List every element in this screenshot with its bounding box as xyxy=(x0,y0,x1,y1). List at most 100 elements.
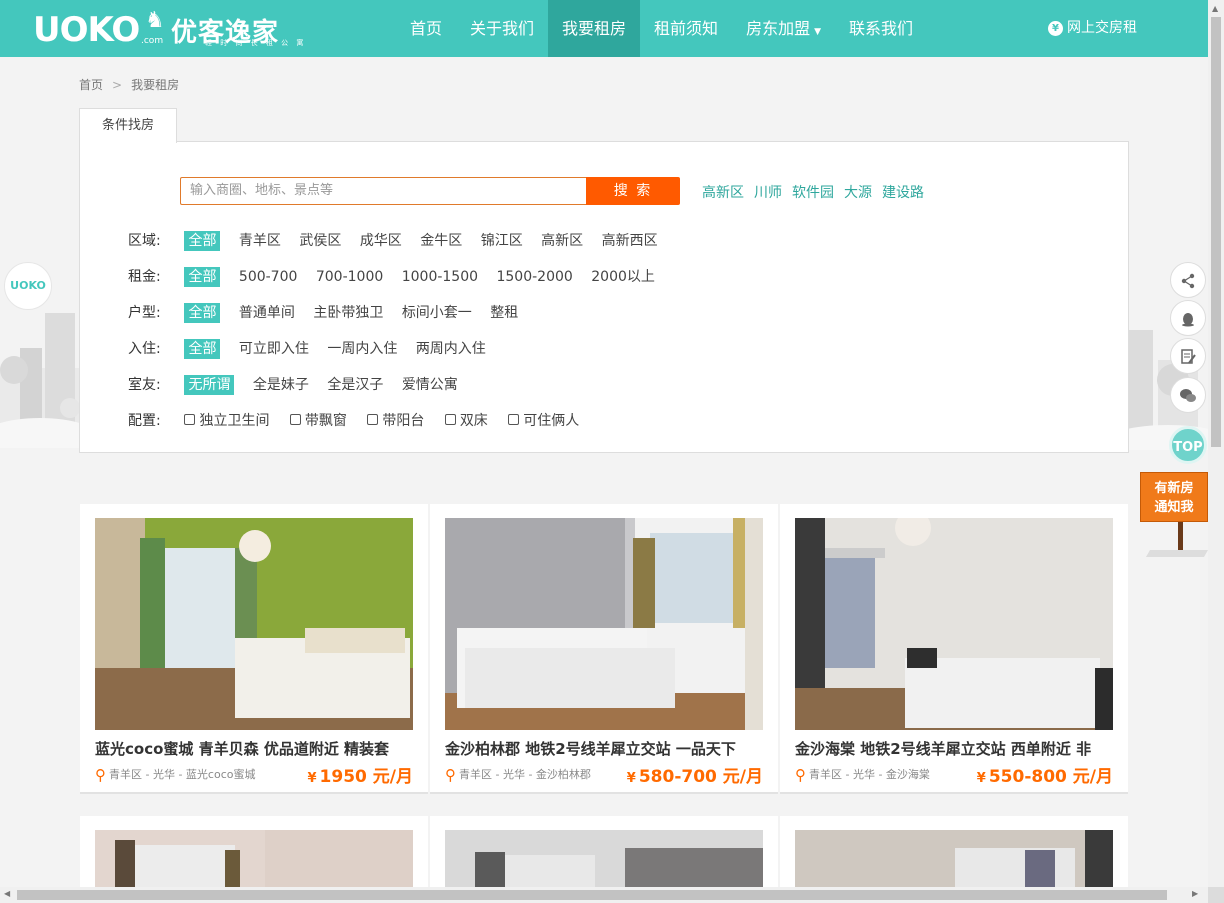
filter-option[interactable]: 可立即入住 xyxy=(239,338,309,360)
room-photo xyxy=(445,518,763,730)
signpost-pole xyxy=(1178,522,1183,552)
filter-option[interactable]: 全部 xyxy=(184,339,221,359)
filter-option[interactable]: 锦江区 xyxy=(481,230,523,252)
filter-option[interactable]: 青羊区 xyxy=(239,230,281,252)
checkbox-icon xyxy=(444,414,456,425)
filter-option[interactable]: 爱情公寓 xyxy=(402,374,458,396)
filter-option[interactable]: 全是妹子 xyxy=(253,374,309,396)
config-checkbox[interactable]: 带阳台 xyxy=(367,410,424,432)
listing-card[interactable]: 金沙柏林郡 地铁2号线羊犀立交站 一品天下 ⚲ 青羊区 - 光华 - 金沙柏林郡 … xyxy=(430,504,778,794)
filter-option[interactable]: 700-1000 xyxy=(316,266,383,288)
filter-option[interactable]: 全是汉子 xyxy=(327,374,383,396)
room-photo xyxy=(795,830,1113,887)
qq-icon[interactable] xyxy=(1170,300,1206,336)
filter-option[interactable]: 两周内入住 xyxy=(416,338,486,360)
listing-photo[interactable] xyxy=(795,518,1113,730)
map-pin-icon: ⚲ xyxy=(445,766,456,784)
listing-card[interactable] xyxy=(780,816,1128,887)
yen-icon: ¥ xyxy=(1048,21,1063,36)
filter-option[interactable]: 普通单间 xyxy=(239,302,295,324)
notify-sign: 有新房 通知我 xyxy=(1140,472,1208,522)
listing-photo[interactable] xyxy=(445,518,763,730)
listing-photo[interactable] xyxy=(95,830,413,887)
scroll-up-icon[interactable]: ▲ xyxy=(1212,4,1218,13)
horizontal-scrollbar[interactable]: ◀ ▶ xyxy=(0,887,1208,903)
listing-photo[interactable] xyxy=(445,830,763,887)
filter-option[interactable]: 全部 xyxy=(184,231,221,251)
listing-card[interactable] xyxy=(430,816,778,887)
filter-option[interactable]: 武侯区 xyxy=(299,230,341,252)
scroll-right-icon[interactable]: ▶ xyxy=(1192,889,1198,898)
filter-option[interactable]: 高新区 xyxy=(541,230,583,252)
hot-area-link[interactable]: 建设路 xyxy=(882,185,924,201)
listing-title[interactable]: 金沙柏林郡 地铁2号线羊犀立交站 一品天下 xyxy=(445,738,763,759)
filter-option[interactable]: 高新西区 xyxy=(602,230,658,252)
checkbox-icon xyxy=(508,414,520,425)
back-to-top-button[interactable]: TOP xyxy=(1169,426,1207,464)
vertical-scrollbar[interactable]: ▲ ▼ xyxy=(1208,0,1224,903)
horse-logo-icon: ♞ xyxy=(145,8,165,33)
nav-landlord[interactable]: 房东加盟 ▼ xyxy=(732,0,835,57)
nav-about[interactable]: 关于我们 xyxy=(456,0,548,57)
filter-option[interactable]: 整租 xyxy=(490,302,518,324)
tab-condition-search[interactable]: 条件找房 xyxy=(79,108,177,143)
config-checkbox[interactable]: 可住俩人 xyxy=(508,410,579,432)
config-checkbox[interactable]: 双床 xyxy=(444,410,488,432)
listing-title[interactable]: 金沙海棠 地铁2号线羊犀立交站 西单附近 非 xyxy=(795,738,1113,759)
search-button[interactable]: 搜 索 xyxy=(586,177,680,205)
pay-rent-link[interactable]: ¥ 网上交房租 xyxy=(1048,0,1137,57)
nav-contact[interactable]: 联系我们 xyxy=(835,0,927,57)
filter-option[interactable]: 500-700 xyxy=(239,266,298,288)
wechat-icon[interactable] xyxy=(1170,377,1206,413)
filter-label: 租金: xyxy=(128,269,161,285)
price-value: 550-800 元/月 xyxy=(988,767,1113,787)
filter-row-movein: 入住: 全部 可立即入住 一周内入住 两周内入住 xyxy=(128,338,500,360)
horizontal-scroll-thumb[interactable] xyxy=(17,890,1167,900)
nav-notice[interactable]: 租前须知 xyxy=(640,0,732,57)
config-checkbox[interactable]: 带飘窗 xyxy=(289,410,347,432)
filter-option[interactable]: 无所谓 xyxy=(184,375,235,395)
filter-option[interactable]: 全部 xyxy=(184,267,221,287)
scroll-left-icon[interactable]: ◀ xyxy=(4,889,10,898)
hot-area-link[interactable]: 大源 xyxy=(844,185,872,201)
checkbox-icon xyxy=(184,414,196,425)
new-room-notify-button[interactable]: 有新房 通知我 xyxy=(1140,472,1209,562)
nav-rent[interactable]: 我要租房 xyxy=(548,0,641,57)
search-input[interactable]: 输入商圈、地标、景点等 xyxy=(180,177,602,205)
vertical-scroll-thumb[interactable] xyxy=(1211,17,1221,447)
listing-card[interactable]: 金沙海棠 地铁2号线羊犀立交站 西单附近 非 ⚲ 青羊区 - 光华 - 金沙海棠 … xyxy=(780,504,1128,794)
listing-card[interactable]: 蓝光coco蜜城 青羊贝森 优品道附近 精装套 ⚲ 青羊区 - 光华 - 蓝光co… xyxy=(80,504,428,794)
listing-photo[interactable] xyxy=(795,830,1113,887)
filter-option[interactable]: 标间小套一 xyxy=(402,302,472,324)
nav-contact-label: 联系我们 xyxy=(849,19,914,38)
filter-row-layout: 户型: 全部 普通单间 主卧带独卫 标间小套一 整租 xyxy=(128,302,532,324)
filter-option[interactable]: 成华区 xyxy=(360,230,402,252)
filter-option[interactable]: 全部 xyxy=(184,303,221,323)
config-checkbox-label: 独立卫生间 xyxy=(199,413,270,429)
breadcrumb-current[interactable]: 我要租房 xyxy=(131,78,179,92)
listing-photo[interactable] xyxy=(95,518,413,730)
hot-area-link[interactable]: 软件园 xyxy=(792,185,834,201)
hot-area-link[interactable]: 川师 xyxy=(754,185,782,201)
feedback-icon[interactable] xyxy=(1170,338,1206,374)
nav-notice-label: 租前须知 xyxy=(654,19,719,38)
caret-down-icon: ▼ xyxy=(814,27,821,37)
nav-home[interactable]: 首页 xyxy=(396,0,456,57)
breadcrumb-home[interactable]: 首页 xyxy=(79,78,103,92)
config-checkbox[interactable]: 独立卫生间 xyxy=(184,410,269,432)
filter-option[interactable]: 主卧带独卫 xyxy=(313,302,383,324)
share-icon[interactable] xyxy=(1170,262,1206,298)
filter-option[interactable]: 1000-1500 xyxy=(402,266,478,288)
filter-option[interactable]: 金牛区 xyxy=(420,230,462,252)
hot-area-link[interactable]: 高新区 xyxy=(702,185,744,201)
signpost-base xyxy=(1145,550,1209,557)
filter-row-district: 区域: 全部 青羊区 武侯区 成华区 金牛区 锦江区 高新区 高新西区 xyxy=(128,230,672,252)
filter-option[interactable]: 1500-2000 xyxy=(496,266,572,288)
listing-card[interactable] xyxy=(80,816,428,887)
filter-option[interactable]: 2000以上 xyxy=(591,266,655,288)
filter-option[interactable]: 一周内入住 xyxy=(327,338,397,360)
config-checkbox-label: 带飘窗 xyxy=(304,413,347,429)
map-pin-icon: ⚲ xyxy=(795,766,806,784)
listing-title[interactable]: 蓝光coco蜜城 青羊贝森 优品道附近 精装套 xyxy=(95,738,413,759)
filter-panel: 输入商圈、地标、景点等 搜 索 高新区 川师 软件园 大源 建设路 区域: 全部 青羊区… xyxy=(79,141,1129,453)
